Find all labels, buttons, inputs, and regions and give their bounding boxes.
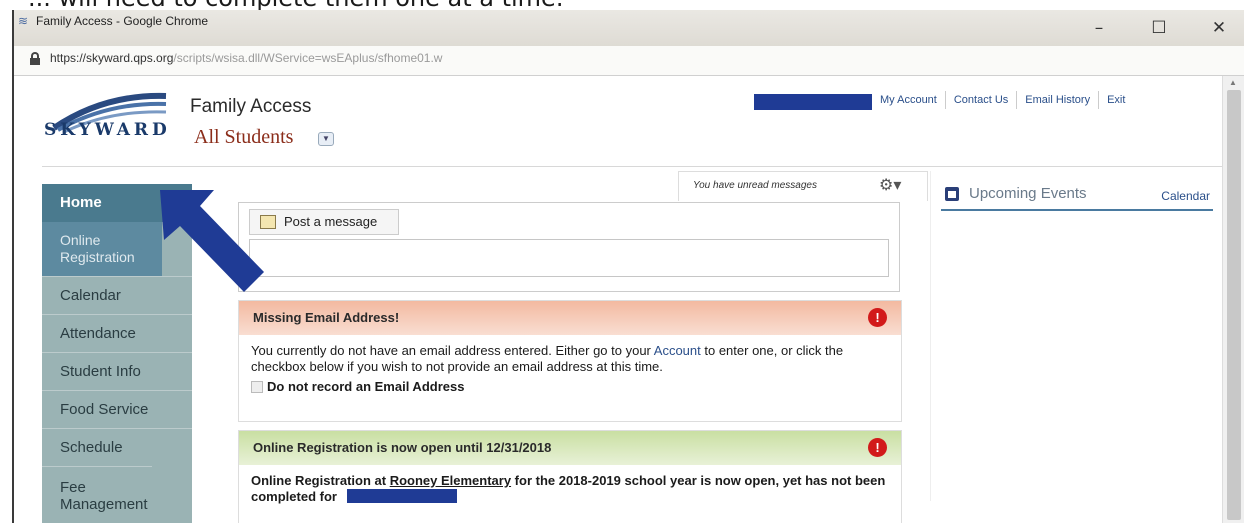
logo-text: SKYWARD xyxy=(44,120,171,140)
scroll-up-arrow-icon[interactable]: ▲ xyxy=(1229,78,1237,87)
sidebar-item-food-service[interactable]: Food Service xyxy=(42,390,192,428)
app-title: Family Access xyxy=(190,96,312,117)
chevron-down-icon[interactable]: ▼ xyxy=(318,132,334,146)
window-title: Family Access - Google Chrome xyxy=(36,14,209,28)
online-registration-alert: Online Registration is now open until 12… xyxy=(238,430,902,523)
alert-body-text: You currently do not have an email addre… xyxy=(251,343,654,358)
lock-icon xyxy=(30,52,40,65)
alert-body-text: Online Registration at xyxy=(251,473,390,488)
unread-messages-bar: You have unread messages ⚙▾ xyxy=(678,171,928,201)
annotation-arrow-icon xyxy=(160,190,264,292)
upcoming-events-title: Upcoming Events xyxy=(969,185,1087,202)
top-links: My Account Contact Us Email History Exit xyxy=(872,91,1133,113)
close-button[interactable]: ✕ xyxy=(1204,18,1234,38)
alert-title: Missing Email Address! xyxy=(239,301,901,335)
minimize-button[interactable]: – xyxy=(1084,18,1114,38)
account-link[interactable]: Account xyxy=(654,343,701,358)
post-message-panel: Post a message xyxy=(238,202,900,292)
post-message-input[interactable] xyxy=(249,239,889,277)
address-bar[interactable]: https://skyward.qps.org/scripts/wsisa.dl… xyxy=(14,46,1244,76)
calendar-icon xyxy=(945,187,959,201)
document-caption: ... will need to complete them one at a … xyxy=(0,0,1244,10)
url-path: /scripts/wsisa.dll/WService=wsEAplus/sfh… xyxy=(173,51,443,65)
redacted-username xyxy=(754,94,872,110)
sidebar-item-attendance[interactable]: Attendance xyxy=(42,314,192,352)
browser-window: ≋ Family Access - Google Chrome – ☐ ✕ ht… xyxy=(12,10,1244,523)
url-domain: https://skyward.qps.org xyxy=(50,51,174,65)
sidebar-item-fee-management[interactable]: Fee Management xyxy=(42,466,152,523)
no-email-checkbox-label[interactable]: Do not record an Email Address xyxy=(267,379,464,394)
upcoming-events-underline xyxy=(941,209,1213,211)
exclamation-icon[interactable]: ! xyxy=(868,438,887,457)
sidebar-item-schedule[interactable]: Schedule xyxy=(42,428,192,466)
my-account-link[interactable]: My Account xyxy=(872,91,946,109)
calendar-link[interactable]: Calendar xyxy=(1161,189,1210,203)
no-email-checkbox[interactable] xyxy=(251,381,263,393)
unread-messages-text[interactable]: You have unread messages xyxy=(693,180,817,191)
alert-body: You currently do not have an email addre… xyxy=(239,335,901,401)
header-divider xyxy=(42,166,1222,167)
scrollbar-thumb[interactable] xyxy=(1227,90,1241,520)
redacted-student-name xyxy=(346,489,457,503)
upcoming-events-panel: Upcoming Events Calendar xyxy=(930,171,1222,501)
vertical-scrollbar[interactable]: ▲ xyxy=(1222,76,1244,523)
school-link[interactable]: Rooney Elementary xyxy=(390,473,511,488)
url-text[interactable]: https://skyward.qps.org/scripts/wsisa.dl… xyxy=(50,51,442,65)
alert-title: Online Registration is now open until 12… xyxy=(239,431,901,465)
maximize-button[interactable]: ☐ xyxy=(1144,18,1174,38)
title-bar: ≋ Family Access - Google Chrome – ☐ ✕ xyxy=(14,10,1244,46)
email-history-link[interactable]: Email History xyxy=(1017,91,1100,109)
skyward-favicon-icon: ≋ xyxy=(18,14,29,28)
alert-body: Online Registration at Rooney Elementary… xyxy=(239,465,901,511)
sidebar-item-student-info[interactable]: Student Info xyxy=(42,352,192,390)
sidebar-item-online-registration[interactable]: Online Registration xyxy=(42,222,162,276)
student-selector[interactable]: All Students xyxy=(194,126,293,149)
page-viewport: SKYWARD Family Access All Students ▼ My … xyxy=(14,76,1224,523)
missing-email-alert: Missing Email Address! ! You currently d… xyxy=(238,300,902,422)
contact-us-link[interactable]: Contact Us xyxy=(946,91,1018,109)
no-email-option: Do not record an Email Address xyxy=(251,379,891,395)
exclamation-icon[interactable]: ! xyxy=(868,308,887,327)
post-message-label: Post a message xyxy=(284,214,378,229)
exit-link[interactable]: Exit xyxy=(1099,91,1133,109)
gear-icon[interactable]: ⚙▾ xyxy=(879,175,911,195)
